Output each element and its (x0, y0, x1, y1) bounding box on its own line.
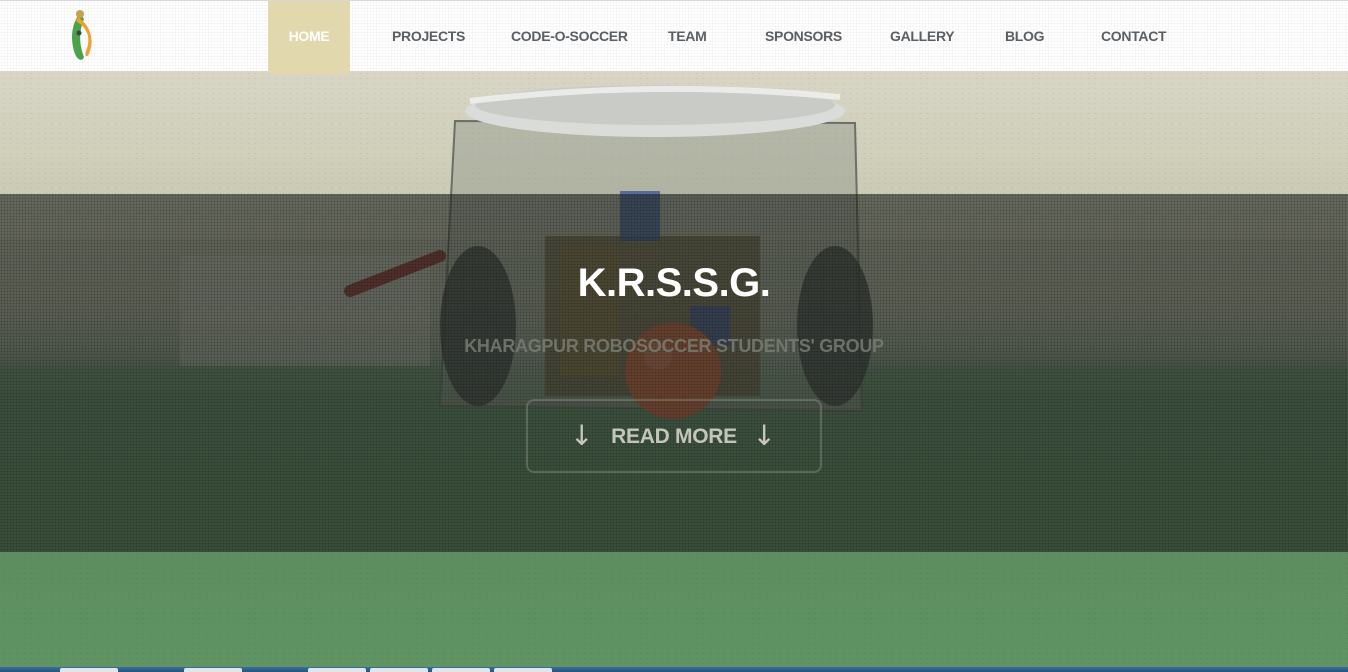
nav-gallery[interactable]: GALLERY (890, 1, 955, 72)
taskbar-button[interactable] (494, 668, 552, 672)
taskbar-button[interactable] (432, 668, 490, 672)
nav-sponsors[interactable]: SPONSORS (765, 1, 842, 72)
taskbar-button[interactable] (60, 668, 118, 672)
hero-banner: K.R.S.S.G. KHARAGPUR ROBOSOCCER STUDENTS… (0, 71, 1348, 672)
hero-subtitle: KHARAGPUR ROBOSOCCER STUDENTS' GROUP (464, 336, 884, 356)
nav-contact[interactable]: CONTACT (1101, 1, 1167, 72)
os-taskbar (0, 667, 1348, 672)
nav-home[interactable]: HOME (268, 1, 350, 74)
hero-title: K.R.S.S.G. (577, 261, 771, 305)
read-more-button[interactable]: ↓ READ MORE ↓ (526, 399, 822, 473)
taskbar-button[interactable] (308, 668, 366, 672)
taskbar-button[interactable] (184, 668, 242, 672)
taskbar-button[interactable] (370, 668, 428, 672)
nav-projects[interactable]: PROJECTS (392, 1, 465, 72)
top-navbar: HOME PROJECTS CODE-O-SOCCER TEAM SPONSOR… (0, 0, 1348, 74)
arrow-down-icon: ↓ (752, 419, 776, 452)
read-more-label: READ MORE (611, 425, 737, 448)
nav-blog[interactable]: BLOG (1005, 1, 1045, 72)
logo-icon[interactable] (62, 7, 98, 65)
nav-code-o-soccer[interactable]: CODE-O-SOCCER (511, 1, 628, 72)
nav-team[interactable]: TEAM (668, 1, 707, 72)
hero-overlay (0, 194, 1348, 552)
